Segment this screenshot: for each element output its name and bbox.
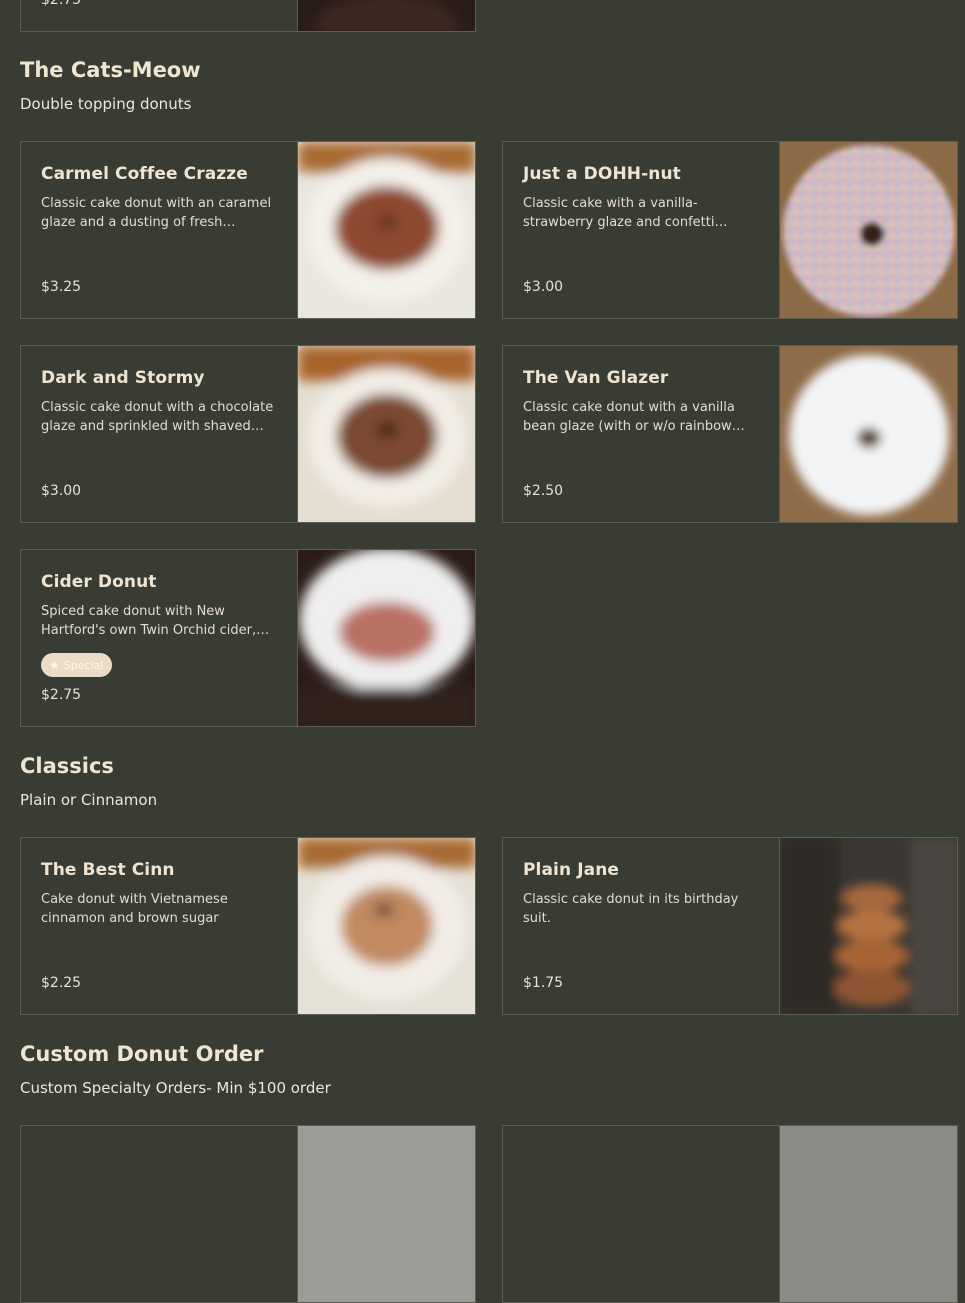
special-badge: ★ Special: [41, 653, 113, 677]
donut-photo: [297, 0, 475, 31]
item-price: $2.75: [41, 687, 82, 703]
section-title: The Cats-Meow: [20, 58, 201, 82]
menu-item-card[interactable]: Just a DOHH-nut Classic cake with a vani…: [502, 141, 958, 319]
item-price: $2.25: [41, 975, 82, 991]
item-name: The Best Cinn: [41, 860, 175, 880]
item-description: Classic cake donut with a vanilla bean g…: [523, 400, 735, 434]
item-description: Classic cake donut with a chocolate glaz…: [41, 400, 274, 434]
donut-photo: [779, 1126, 957, 1302]
donut-photo: [779, 838, 957, 1014]
item-description: Cake donut with Vietnamese cinnamon and …: [41, 892, 228, 926]
section-subtitle: Plain or Cinnamon: [20, 791, 158, 809]
item-name: Dark and Stormy: [41, 368, 205, 388]
item-price: $3.25: [41, 279, 82, 295]
item-description: Spiced cake donut with New Hartford's ow…: [41, 604, 257, 638]
menu-item-card[interactable]: Carmel Coffee Crazze Classic cake donut …: [20, 141, 476, 319]
donut-photo: [297, 1126, 475, 1302]
menu-item-card-partial[interactable]: $2.75: [20, 0, 476, 32]
section-title: Custom Donut Order: [20, 1042, 264, 1066]
item-name: Just a DOHH-nut: [523, 164, 681, 184]
menu-item-card-partial[interactable]: [502, 1125, 958, 1303]
donut-photo: [297, 550, 475, 726]
donut-photo: [297, 838, 475, 1014]
donut-photo: [779, 142, 957, 318]
section-title: Classics: [20, 754, 114, 778]
menu-item-card[interactable]: Cider Donut Spiced cake donut with New H…: [20, 549, 476, 727]
item-price: $3.00: [41, 483, 82, 499]
menu-item-card[interactable]: Plain Jane Classic cake donut in its bir…: [502, 837, 958, 1015]
item-name: The Van Glazer: [523, 368, 669, 388]
item-description: Classic cake donut in its birthday suit.: [523, 892, 739, 926]
donut-photo: [297, 142, 475, 318]
item-name: Plain Jane: [523, 860, 620, 880]
item-price: $1.75: [523, 975, 564, 991]
menu-item-card-partial[interactable]: [20, 1125, 476, 1303]
donut-photo: [297, 346, 475, 522]
item-name: Cider Donut: [41, 572, 157, 592]
menu-item-card[interactable]: Dark and Stormy Classic cake donut with …: [20, 345, 476, 523]
badge-label: Special: [63, 658, 104, 672]
donut-photo: [779, 346, 957, 522]
menu-item-card[interactable]: The Best Cinn Cake donut with Vietnamese…: [20, 837, 476, 1015]
star-icon: ★: [49, 658, 60, 672]
item-price: $2.75: [41, 0, 82, 8]
item-description: Classic cake with a vanilla-strawberry g…: [523, 196, 715, 230]
section-subtitle: Custom Specialty Orders- Min $100 order: [20, 1079, 331, 1097]
item-price: $3.00: [523, 279, 564, 295]
menu-item-card[interactable]: The Van Glazer Classic cake donut with a…: [502, 345, 958, 523]
item-description: Classic cake donut with an caramel glaze…: [41, 196, 272, 230]
item-price: $2.50: [523, 483, 564, 499]
item-name: Carmel Coffee Crazze: [41, 164, 248, 184]
section-subtitle: Double topping donuts: [20, 95, 192, 113]
